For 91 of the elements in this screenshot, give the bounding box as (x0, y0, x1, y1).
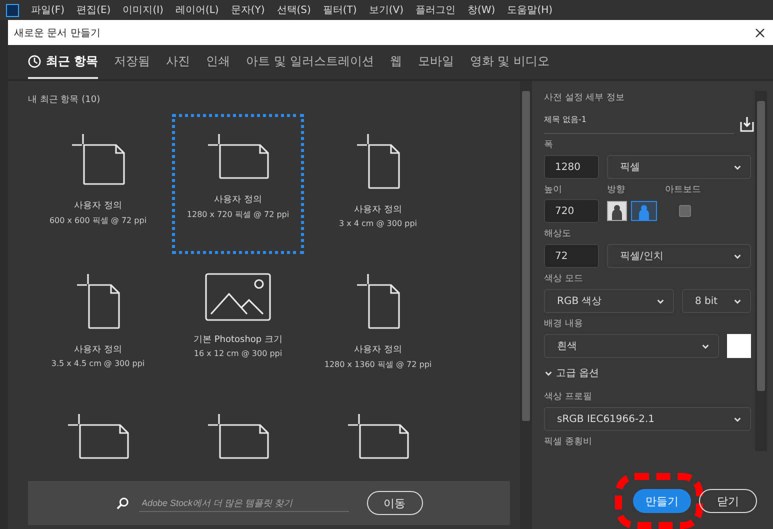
portrait-button[interactable] (607, 201, 627, 221)
chevron-icon (701, 342, 710, 350)
menu-item[interactable]: 레이어(L) (175, 3, 219, 17)
preset-size: 1280 x 720 픽셀 @ 72 ppi (186, 209, 290, 220)
preset-size: 3.5 x 4.5 cm @ 300 ppi (51, 359, 145, 368)
chevron-icon (733, 414, 742, 424)
dialog-title: 새로운 문서 만들기 (14, 26, 100, 40)
color-profile-dropdown[interactable]: sRGB IEC61966-2.1 (544, 407, 751, 431)
field-label: 방향 (607, 184, 626, 196)
new-document-icon (207, 413, 269, 461)
close-icon[interactable] (755, 28, 765, 38)
clock-icon (28, 54, 41, 68)
field-label: 해상도 (544, 228, 572, 240)
new-document-icon (356, 133, 400, 191)
field-label: 폭 (544, 139, 554, 151)
bit-depth-dropdown[interactable]: 8 bit (682, 289, 751, 313)
preset-size: 16 x 12 cm @ 300 ppi (194, 349, 282, 358)
chevron-icon (733, 296, 742, 306)
menu-item[interactable]: 필터(T) (322, 3, 357, 17)
menu-item[interactable]: 선택(S) (276, 3, 311, 17)
close-button[interactable]: 닫기 (699, 489, 757, 513)
unit-dropdown[interactable]: 픽셀/인치 (607, 244, 751, 268)
preset-card[interactable]: 사용자 정의 600 x 600 픽셀 @ 72 ppi (32, 114, 164, 254)
tab[interactable]: 모바일 (418, 45, 454, 79)
new-document-icon (356, 273, 400, 331)
preset-size: 600 x 600 픽셀 @ 72 ppi (49, 215, 147, 226)
field-label: 높이 (544, 184, 563, 196)
document-name-field[interactable]: 제목 없음-1 (544, 114, 734, 134)
preset-card[interactable]: 사용자 정의 3 x 4 cm @ 300 ppi (312, 114, 444, 254)
create-button[interactable]: 만들기 (633, 489, 691, 513)
new-document-icon (76, 273, 120, 331)
preset-size: 1280 x 1360 픽셀 @ 72 ppi (324, 359, 432, 370)
new-document-icon (347, 413, 409, 461)
go-button[interactable]: 이동 (366, 491, 422, 515)
preset-card[interactable]: 기본 Photoshop 크기 16 x 12 cm @ 300 ppi (172, 254, 304, 394)
menu-item[interactable]: 보기(V) (368, 3, 404, 17)
new-document-icon (207, 133, 269, 181)
save-preset-icon[interactable] (739, 116, 755, 132)
unit-dropdown[interactable]: 픽셀 (607, 155, 751, 179)
artboard-checkbox[interactable] (679, 205, 691, 217)
menu-item[interactable]: 플러그인 (415, 3, 456, 17)
scrollbar[interactable] (520, 81, 532, 529)
app-logo-icon (6, 4, 19, 16)
field-label: 색상 모드 (544, 273, 584, 285)
menu-item[interactable]: 편집(E) (76, 3, 111, 17)
field-label: 픽셀 종횡비 (544, 436, 593, 448)
preset-card[interactable]: 사용자 정의 1280 x 1360 픽셀 @ 72 ppi (312, 254, 444, 394)
preset-name: 사용자 정의 (214, 194, 262, 206)
tab[interactable]: 저장됨 (114, 45, 150, 79)
preset-size: 3 x 4 cm @ 300 ppi (338, 219, 417, 228)
tab[interactable]: 영화 및 비디오 (470, 45, 550, 79)
scrollbar[interactable] (755, 91, 767, 451)
chevron-icon (544, 368, 553, 378)
image-icon (205, 273, 271, 321)
tab[interactable]: 최근 항목 (28, 45, 98, 79)
height-field[interactable]: 720 (544, 199, 599, 223)
color-mode-dropdown[interactable]: RGB 색상 (544, 289, 674, 313)
preset-name: 사용자 정의 (354, 204, 402, 216)
tab[interactable]: 인쇄 (206, 45, 230, 79)
menu-item[interactable]: 문자(Y) (230, 3, 265, 17)
menu-item[interactable]: 이미지(I) (122, 3, 164, 17)
field-label: 아트보드 (665, 184, 701, 196)
preset-name: 사용자 정의 (74, 344, 122, 356)
tab[interactable]: 아트 및 일러스트레이션 (246, 45, 374, 79)
menu-item[interactable]: 파일(F) (31, 3, 65, 17)
tab[interactable]: 사진 (166, 45, 190, 79)
menu-item[interactable]: 창(W) (467, 3, 496, 17)
new-document-icon (71, 133, 125, 187)
section-heading: 내 최근 항목 (10) (28, 94, 102, 106)
resolution-field[interactable]: 72 (544, 244, 599, 268)
chevron-icon (733, 252, 742, 260)
panel-heading: 사전 설정 세부 정보 (544, 92, 626, 104)
chevron-icon (733, 162, 742, 172)
preset-card[interactable]: 사용자 정의 3.5 x 4.5 cm @ 300 ppi (32, 254, 164, 394)
preset-name: 사용자 정의 (354, 344, 402, 356)
background-dropdown[interactable]: 흰색 (544, 334, 719, 358)
field-label: 배경 내용 (544, 318, 584, 330)
person-icon (638, 204, 650, 220)
chevron-icon (656, 296, 665, 306)
new-document-icon (67, 413, 129, 461)
menu-item[interactable]: 도움말(H) (507, 3, 553, 17)
search-icon (116, 496, 128, 510)
field-label: 색상 프로필 (544, 391, 593, 403)
width-field[interactable]: 1280 (544, 155, 599, 179)
person-icon (611, 204, 623, 220)
preset-name: 사용자 정의 (74, 200, 122, 212)
preset-name: 기본 Photoshop 크기 (193, 334, 282, 346)
color-swatch[interactable] (727, 334, 751, 358)
tab[interactable]: 웹 (390, 45, 402, 79)
advanced-options-toggle[interactable]: 고급 옵션 (544, 366, 755, 380)
preset-card[interactable]: 사용자 정의 1280 x 720 픽셀 @ 72 ppi (172, 114, 304, 254)
